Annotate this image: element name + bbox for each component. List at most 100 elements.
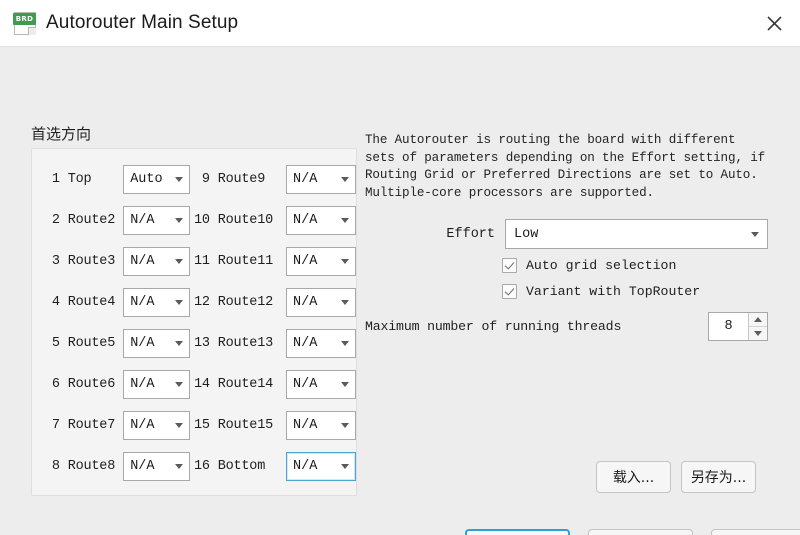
chevron-down-icon: [175, 177, 183, 182]
dialog-body: 首选方向 1 Top Auto 9 Route9 N/A 2 Route2 N/…: [0, 47, 800, 535]
window-title: Autorouter Main Setup: [46, 12, 239, 33]
variant-with-toprouter-checkbox-row[interactable]: Variant with TopRouter: [502, 284, 700, 299]
layer-direction-select[interactable]: N/A: [286, 370, 356, 399]
chevron-down-icon: [175, 423, 183, 428]
max-threads-row: Maximum number of running threads 8: [365, 312, 768, 341]
chevron-down-icon: [341, 423, 349, 428]
layer-direction-value: N/A: [293, 213, 318, 228]
layer-direction-select[interactable]: N/A: [286, 452, 356, 481]
layer-direction-value: N/A: [293, 336, 318, 351]
layer-direction-value: N/A: [293, 295, 318, 310]
auto-grid-selection-checkbox-row[interactable]: Auto grid selection: [502, 258, 676, 273]
chevron-down-icon: [175, 341, 183, 346]
layer-direction-value: N/A: [130, 254, 155, 269]
layer-direction-value: N/A: [130, 336, 155, 351]
chevron-down-icon: [175, 382, 183, 387]
layer-label: 12 Route12: [194, 295, 274, 310]
layer-direction-select[interactable]: N/A: [123, 247, 190, 276]
layer-label: 16 Bottom: [194, 459, 274, 474]
layer-direction-select[interactable]: N/A: [123, 452, 190, 481]
stepper-up-icon[interactable]: [749, 313, 767, 327]
layer-label: 10 Route10: [194, 213, 274, 228]
layer-direction-value: N/A: [293, 418, 318, 433]
layer-label: 13 Route13: [194, 336, 274, 351]
auto-grid-selection-checkbox[interactable]: [502, 258, 517, 273]
layer-direction-value: N/A: [130, 418, 155, 433]
layer-row: 16 Bottom N/A: [190, 446, 358, 487]
layer-row: 9 Route9 N/A: [190, 159, 358, 200]
layer-direction-value: N/A: [293, 459, 318, 474]
chevron-down-icon: [341, 382, 349, 387]
layer-direction-select[interactable]: N/A: [123, 411, 190, 440]
layer-row: 3 Route3 N/A: [32, 241, 190, 282]
layer-row: 13 Route13 N/A: [190, 323, 358, 364]
layer-direction-select[interactable]: N/A: [123, 329, 190, 358]
layer-direction-value: N/A: [130, 295, 155, 310]
max-threads-stepper-buttons: [748, 313, 767, 340]
layer-label: 8 Route8: [44, 459, 124, 474]
layer-direction-value: N/A: [130, 459, 155, 474]
layer-row: 4 Route4 N/A: [32, 282, 190, 323]
layer-direction-value: N/A: [293, 377, 318, 392]
layer-row: 2 Route2 N/A: [32, 200, 190, 241]
layer-direction-value: N/A: [293, 254, 318, 269]
layer-direction-select[interactable]: N/A: [286, 288, 356, 317]
layer-direction-value: N/A: [130, 377, 155, 392]
layer-row: 14 Route14 N/A: [190, 364, 358, 405]
cancel-button[interactable]: Cancel: [711, 529, 800, 535]
continue-button[interactable]: Continue...: [465, 529, 570, 535]
layer-direction-select[interactable]: N/A: [123, 288, 190, 317]
layer-label: 7 Route7: [44, 418, 124, 433]
chevron-down-icon: [341, 177, 349, 182]
max-threads-label: Maximum number of running threads: [365, 319, 622, 334]
close-icon[interactable]: [754, 6, 794, 40]
chevron-down-icon: [175, 464, 183, 469]
layer-direction-value: N/A: [293, 172, 318, 187]
layer-label: 9 Route9: [194, 172, 274, 187]
effort-select[interactable]: Low: [505, 219, 768, 249]
chevron-down-icon: [341, 341, 349, 346]
layer-direction-select[interactable]: Auto: [123, 165, 190, 194]
effort-select-value: Low: [514, 226, 539, 242]
chevron-down-icon: [175, 300, 183, 305]
chevron-down-icon: [175, 218, 183, 223]
stepper-down-icon[interactable]: [749, 327, 767, 340]
layer-direction-value: N/A: [130, 213, 155, 228]
brd-icon-badge-label: BRD: [13, 13, 36, 25]
chevron-down-icon: [751, 231, 759, 237]
save-as-button[interactable]: 另存为...: [681, 461, 756, 493]
layer-label: 1 Top: [44, 172, 124, 187]
layer-direction-select[interactable]: N/A: [123, 370, 190, 399]
select-button[interactable]: 选择: [588, 529, 693, 535]
autorouter-description: The Autorouter is routing the board with…: [365, 133, 766, 200]
layer-direction-select[interactable]: N/A: [286, 411, 356, 440]
layer-row: 10 Route10 N/A: [190, 200, 358, 241]
title-bar: BRD Autorouter Main Setup: [0, 0, 800, 47]
chevron-down-icon: [175, 259, 183, 264]
layer-row: 11 Route11 N/A: [190, 241, 358, 282]
layer-label: 11 Route11: [194, 254, 274, 269]
layer-direction-select[interactable]: N/A: [286, 165, 356, 194]
layer-direction-select[interactable]: N/A: [286, 247, 356, 276]
chevron-down-icon: [341, 218, 349, 223]
preferred-directions-title: 首选方向: [31, 125, 92, 143]
layer-label: 2 Route2: [44, 213, 124, 228]
layer-row: 8 Route8 N/A: [32, 446, 190, 487]
layer-direction-select[interactable]: N/A: [286, 206, 356, 235]
variant-with-toprouter-checkbox[interactable]: [502, 284, 517, 299]
layer-row: 15 Route15 N/A: [190, 405, 358, 446]
effort-label: Effort: [446, 226, 495, 242]
layer-direction-select[interactable]: N/A: [286, 329, 356, 358]
auto-grid-selection-label: Auto grid selection: [526, 258, 677, 273]
chevron-down-icon: [341, 464, 349, 469]
layer-row: 7 Route7 N/A: [32, 405, 190, 446]
layer-label: 3 Route3: [44, 254, 124, 269]
layer-label: 4 Route4: [44, 295, 124, 310]
layer-row: 6 Route6 N/A: [32, 364, 190, 405]
chevron-down-icon: [341, 259, 349, 264]
max-threads-value[interactable]: 8: [709, 313, 748, 340]
layer-direction-select[interactable]: N/A: [123, 206, 190, 235]
max-threads-stepper[interactable]: 8: [708, 312, 768, 341]
layer-label: 14 Route14: [194, 377, 274, 392]
load-button[interactable]: 载入...: [596, 461, 671, 493]
